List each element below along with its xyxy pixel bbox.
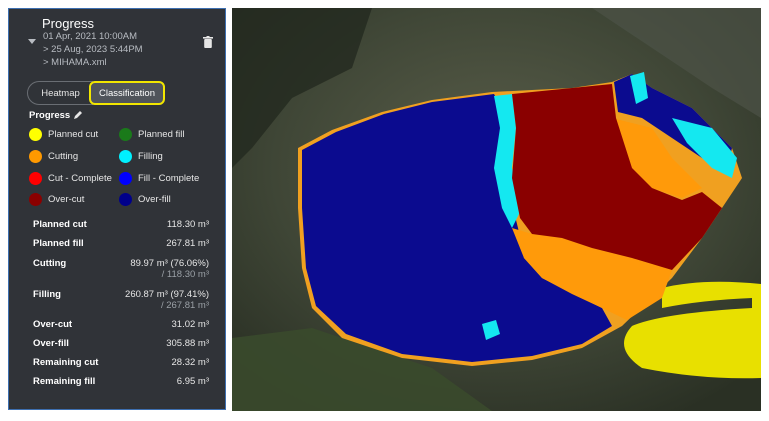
tab-classification[interactable]: Classification <box>89 81 165 105</box>
trash-icon[interactable] <box>203 36 213 48</box>
legend-label: Cut - Complete <box>48 173 112 184</box>
progress-panel: Progress 01 Apr, 2021 10:00AM > 25 Aug, … <box>8 8 226 410</box>
progress-section-label: Progress <box>29 110 71 121</box>
stat-value: 6.95 m³ <box>176 376 209 387</box>
legend-label: Planned cut <box>48 129 99 140</box>
stat-value: 118.30 m³ <box>166 219 209 230</box>
stat-label: Cutting <box>33 258 67 269</box>
cutting-swatch <box>29 150 42 163</box>
classification-map[interactable] <box>232 8 761 411</box>
legend-cutting: Cutting <box>29 150 78 163</box>
file-name: > MIHAMA.xml <box>43 57 107 68</box>
legend-label: Fill - Complete <box>138 173 200 184</box>
planned-fill-swatch <box>119 128 132 141</box>
fill-complete-swatch <box>119 172 132 185</box>
legend-over-fill: Over-fill <box>119 193 171 206</box>
tab-heatmap[interactable]: Heatmap <box>27 81 93 105</box>
stat-label: Remaining cut <box>33 357 99 368</box>
legend-planned-cut: Planned cut <box>29 128 98 141</box>
stat-label: Planned fill <box>33 238 84 249</box>
stat-label: Over-cut <box>33 319 73 330</box>
legend-planned-fill: Planned fill <box>119 128 184 141</box>
cut-complete-swatch <box>29 172 42 185</box>
stat-value: 260.87 m³ (97.41%) <box>125 289 209 300</box>
legend-label: Filling <box>138 151 163 162</box>
legend-cut-complete: Cut - Complete <box>29 172 112 185</box>
stat-value: 89.97 m³ (76.06%) <box>130 258 209 269</box>
stat-label: Planned cut <box>33 219 87 230</box>
date-to: > 25 Aug, 2023 5:44PM <box>43 44 143 55</box>
pencil-icon[interactable] <box>73 110 83 120</box>
stat-label: Remaining fill <box>33 376 96 387</box>
stat-label: Filling <box>33 289 61 300</box>
stat-value: 31.02 m³ <box>171 319 210 330</box>
planned-cut-swatch <box>29 128 42 141</box>
filling-swatch <box>119 150 132 163</box>
legend-filling: Filling <box>119 150 163 163</box>
stat-value: 28.32 m³ <box>171 357 210 368</box>
legend-label: Cutting <box>48 151 79 162</box>
legend-fill-complete: Fill - Complete <box>119 172 199 185</box>
legend-label: Over-fill <box>138 194 171 205</box>
collapse-chevron-icon[interactable] <box>28 39 36 44</box>
legend-label: Planned fill <box>138 129 185 140</box>
over-cut-swatch <box>29 193 42 206</box>
date-from: 01 Apr, 2021 10:00AM <box>43 31 138 42</box>
over-fill-swatch <box>119 193 132 206</box>
legend-label: Over-cut <box>48 194 85 205</box>
stat-subvalue: / 267.81 m³ <box>160 300 209 311</box>
panel-title: Progress <box>42 16 95 31</box>
legend-over-cut: Over-cut <box>29 193 84 206</box>
stat-value: 267.81 m³ <box>166 238 209 249</box>
stat-label: Over-fill <box>33 338 69 349</box>
stat-value: 305.88 m³ <box>166 338 209 349</box>
stat-subvalue: / 118.30 m³ <box>161 269 209 280</box>
